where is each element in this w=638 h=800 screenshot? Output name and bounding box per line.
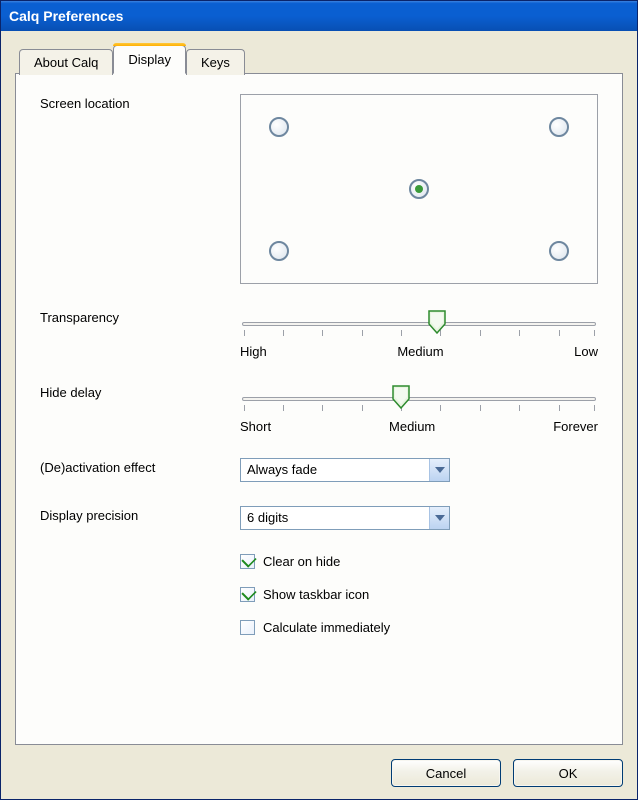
effect-control: Always fade xyxy=(240,458,598,482)
hide-delay-label: Hide delay xyxy=(40,383,240,400)
checkbox-icon xyxy=(240,587,255,602)
slider-track xyxy=(242,397,596,401)
precision-combobox[interactable]: 6 digits xyxy=(240,506,450,530)
slider-tick xyxy=(283,405,284,411)
chevron-down-icon[interactable] xyxy=(429,459,449,481)
slider-tick xyxy=(519,405,520,411)
tab-label: About Calq xyxy=(34,55,98,70)
row-hide-delay: Hide delay xyxy=(40,383,598,434)
window-title: Calq Preferences xyxy=(9,8,123,24)
preferences-window: Calq Preferences About Calq Display Keys… xyxy=(0,0,638,800)
slider-label-mid: Medium xyxy=(389,419,435,434)
tabstrip: About Calq Display Keys xyxy=(15,45,623,74)
checkbox-label: Show taskbar icon xyxy=(263,587,369,602)
screen-location-top-left[interactable] xyxy=(269,117,289,137)
transparency-label: Transparency xyxy=(40,308,240,325)
slider-tick xyxy=(594,405,595,411)
tab-label: Keys xyxy=(201,55,230,70)
chevron-down-icon[interactable] xyxy=(429,507,449,529)
slider-label-right: Low xyxy=(574,344,598,359)
transparency-control: High Medium Low xyxy=(240,308,598,359)
slider-tick xyxy=(480,330,481,336)
slider-tick xyxy=(362,405,363,411)
slider-label-mid: Medium xyxy=(397,344,443,359)
spacer xyxy=(40,554,240,556)
effect-value: Always fade xyxy=(241,459,429,481)
cancel-button[interactable]: Cancel xyxy=(391,759,501,787)
tabpage-display: Screen location Transparency xyxy=(15,73,623,745)
slider-track xyxy=(242,322,596,326)
slider-tick xyxy=(440,405,441,411)
tab-label: Display xyxy=(128,52,171,67)
dialog-buttons: Cancel OK xyxy=(15,745,623,787)
checkbox-group: Clear on hide Show taskbar icon Calculat… xyxy=(240,554,598,653)
slider-tick xyxy=(322,405,323,411)
screen-location-label: Screen location xyxy=(40,94,240,111)
screen-location-box xyxy=(240,94,598,284)
checkbox-icon xyxy=(240,554,255,569)
clear-on-hide-checkbox[interactable]: Clear on hide xyxy=(240,554,598,569)
screen-location-top-right[interactable] xyxy=(549,117,569,137)
row-display-precision: Display precision 6 digits xyxy=(40,506,598,530)
slider-tick xyxy=(322,330,323,336)
slider-tick xyxy=(480,405,481,411)
slider-tick xyxy=(559,330,560,336)
screen-location-bottom-left[interactable] xyxy=(269,241,289,261)
precision-value: 6 digits xyxy=(241,507,429,529)
effect-label: (De)activation effect xyxy=(40,458,240,475)
transparency-slider[interactable] xyxy=(240,314,598,336)
hide-delay-control: Short Medium Forever xyxy=(240,383,598,434)
screen-location-center[interactable] xyxy=(409,179,429,199)
ok-button[interactable]: OK xyxy=(513,759,623,787)
hide-delay-slider[interactable] xyxy=(240,389,598,411)
hide-delay-thumb[interactable] xyxy=(392,385,410,409)
row-transparency: Transparency xyxy=(40,308,598,359)
show-taskbar-icon-checkbox[interactable]: Show taskbar icon xyxy=(240,587,598,602)
hide-delay-labels: Short Medium Forever xyxy=(240,419,598,434)
tab-keys[interactable]: Keys xyxy=(186,49,245,75)
slider-tick xyxy=(594,330,595,336)
slider-label-left: Short xyxy=(240,419,271,434)
calculate-immediately-checkbox[interactable]: Calculate immediately xyxy=(240,620,598,635)
tab-about-calq[interactable]: About Calq xyxy=(19,49,113,75)
slider-label-left: High xyxy=(240,344,267,359)
slider-tick xyxy=(244,405,245,411)
slider-tick xyxy=(401,330,402,336)
screen-location-control xyxy=(240,94,598,284)
row-screen-location: Screen location xyxy=(40,94,598,284)
slider-tick xyxy=(244,330,245,336)
checkbox-icon xyxy=(240,620,255,635)
row-checkboxes: Clear on hide Show taskbar icon Calculat… xyxy=(40,554,598,653)
tab-display[interactable]: Display xyxy=(113,45,186,74)
precision-control: 6 digits xyxy=(240,506,598,530)
screen-location-bottom-right[interactable] xyxy=(549,241,569,261)
slider-tick xyxy=(559,405,560,411)
row-deactivation-effect: (De)activation effect Always fade xyxy=(40,458,598,482)
slider-label-right: Forever xyxy=(553,419,598,434)
checkbox-label: Clear on hide xyxy=(263,554,340,569)
slider-tick xyxy=(519,330,520,336)
checkbox-label: Calculate immediately xyxy=(263,620,390,635)
transparency-labels: High Medium Low xyxy=(240,344,598,359)
slider-tick xyxy=(362,330,363,336)
precision-label: Display precision xyxy=(40,506,240,523)
slider-tick xyxy=(283,330,284,336)
client-area: About Calq Display Keys Screen location xyxy=(1,31,637,799)
transparency-thumb[interactable] xyxy=(428,310,446,334)
effect-combobox[interactable]: Always fade xyxy=(240,458,450,482)
titlebar: Calq Preferences xyxy=(1,1,637,31)
